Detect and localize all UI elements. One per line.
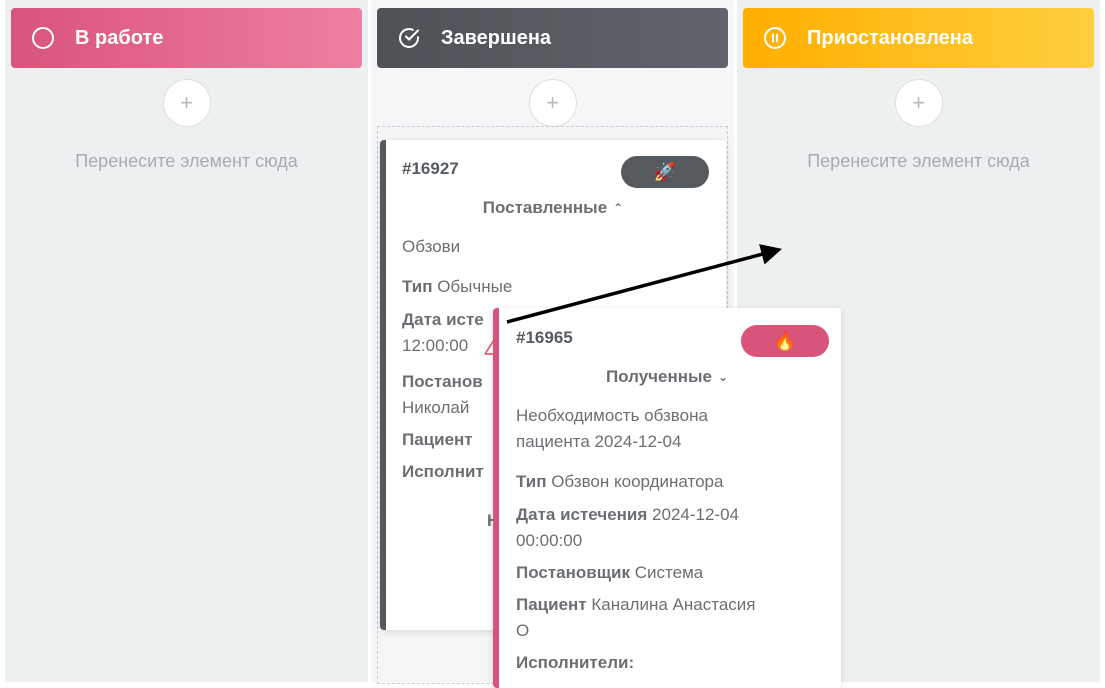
warning-icon	[484, 339, 495, 355]
add-item-button[interactable]: +	[162, 79, 211, 127]
check-circle-icon	[397, 26, 421, 50]
circle-icon	[31, 26, 55, 50]
card-due: Дата истечения 2024-12-04	[516, 505, 739, 524]
card-patient-cont: О	[516, 621, 530, 640]
card-executors-label: Исполнители:	[516, 653, 635, 672]
pause-circle-icon	[763, 26, 787, 50]
column-header-completed[interactable]: Завершена	[377, 8, 728, 68]
card-number: #16927	[402, 159, 459, 178]
card-description-line2: пациента 2024-12-04	[516, 432, 682, 451]
card-creator: Постановщик Система	[516, 563, 704, 582]
column-header-in-progress[interactable]: В работе	[11, 8, 362, 68]
column-title: Приостановлена	[807, 26, 973, 49]
add-item-button[interactable]: +	[894, 79, 943, 127]
card-description: Обзови	[402, 237, 461, 256]
task-card-dragging[interactable]: #16965 🔥 Полученные ⌄ Необходимость обзво…	[493, 308, 841, 688]
card-creator-label: Постанов	[402, 372, 483, 391]
card-patient-label: Пациент	[402, 430, 473, 449]
column-in-progress: В работе + Перенесите элемент сюда	[5, 0, 368, 682]
card-stage[interactable]: Полученные ⌄	[493, 367, 841, 387]
priority-badge[interactable]: 🔥	[741, 325, 829, 357]
card-description-line1: Необходимость обзвона	[516, 406, 708, 425]
card-due-time: 00:00:00	[516, 531, 583, 550]
priority-badge[interactable]: 🚀	[621, 156, 709, 188]
drop-hint: Перенесите элемент сюда	[75, 151, 298, 171]
drop-hint: Перенесите элемент сюда	[807, 151, 1030, 171]
card-number: #16965	[516, 328, 573, 347]
fire-icon: 🔥	[773, 330, 797, 351]
column-header-paused[interactable]: Приостановлена	[743, 8, 1094, 68]
chevron-up-icon: ⌃	[613, 201, 624, 215]
card-patient: Пациент Каналина Анастасия	[516, 595, 756, 614]
card-status-bar	[493, 308, 499, 688]
column-title: В работе	[75, 26, 164, 49]
card-due-label: Дата исте	[402, 310, 484, 329]
add-item-button[interactable]: +	[528, 79, 577, 127]
card-due-time: 12:00:00	[402, 336, 469, 355]
chevron-down-icon: ⌄	[717, 370, 729, 384]
card-type: Тип Обзвон координатора	[516, 472, 724, 491]
column-title: Завершена	[441, 26, 552, 49]
card-executors-label: Исполнит	[402, 462, 484, 481]
card-creator-value: Николай	[402, 398, 470, 417]
card-stage[interactable]: Поставленные ⌃	[380, 198, 726, 218]
rocket-icon: 🚀	[653, 161, 677, 182]
card-type: Тип Обычные	[402, 277, 513, 296]
